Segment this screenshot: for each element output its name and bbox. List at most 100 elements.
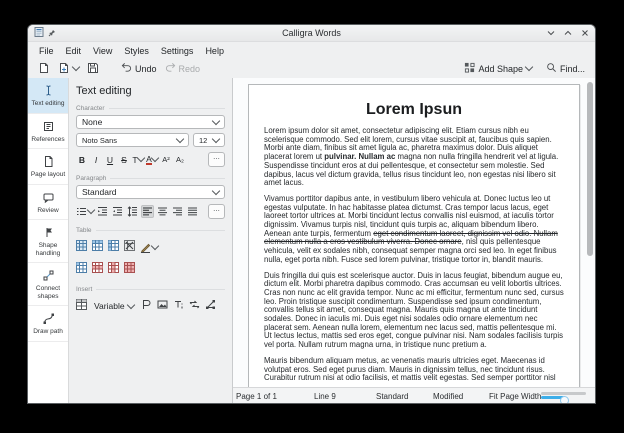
insert-table-button[interactable]: [76, 238, 87, 256]
table-section-label: Table: [76, 227, 225, 234]
insert-image-button[interactable]: [157, 297, 168, 315]
document-paragraph: Mauris bibendum aliquam metus, ac venena…: [264, 357, 564, 383]
character-more-button[interactable]: ...: [208, 152, 225, 167]
italic-button[interactable]: I: [90, 153, 102, 166]
superscript-button[interactable]: A²: [160, 153, 172, 166]
delete-row-button[interactable]: [92, 260, 103, 278]
scrollbar-thumb[interactable]: [587, 82, 593, 256]
list-style-button[interactable]: [76, 205, 94, 218]
tab-label: Connect shapes: [29, 285, 67, 300]
variable-value: Variable: [94, 301, 125, 311]
add-shape-button[interactable]: Add Shape: [461, 60, 535, 77]
tab-page-layout[interactable]: Page layout: [28, 149, 68, 185]
document-page[interactable]: Lorem Ipsun Lorem ipsum dolor sit amet, …: [248, 84, 580, 387]
line-spacing-button[interactable]: [126, 205, 139, 218]
special-character-button[interactable]: [141, 297, 152, 315]
new-document-button[interactable]: [35, 60, 53, 78]
tab-references[interactable]: References: [28, 114, 68, 150]
close-button[interactable]: [581, 29, 589, 37]
delete-column-button[interactable]: [108, 260, 119, 278]
chevron-down-icon: [212, 134, 220, 142]
font-color-button[interactable]: A: [146, 153, 158, 166]
pin-icon[interactable]: [48, 25, 56, 42]
decrease-indent-button[interactable]: [111, 205, 124, 218]
open-document-button[interactable]: [55, 60, 82, 78]
delete-table-button[interactable]: [124, 238, 135, 256]
insert-row-button[interactable]: [92, 238, 103, 256]
bold-button[interactable]: B: [76, 153, 88, 166]
menu-help[interactable]: Help: [199, 44, 230, 58]
change-case-button[interactable]: T: [132, 153, 144, 166]
character-style-combo[interactable]: None: [76, 115, 225, 129]
maximize-button[interactable]: [564, 29, 572, 37]
window-title: Calligra Words: [28, 28, 595, 38]
vertical-scrollbar[interactable]: [587, 81, 593, 384]
undo-button[interactable]: Undo: [118, 60, 160, 77]
shape-handling-icon: [42, 226, 55, 239]
zoom-slider-knob[interactable]: [560, 396, 569, 403]
subscript-button[interactable]: A₂: [174, 153, 186, 166]
menu-styles[interactable]: Styles: [118, 44, 155, 58]
menu-file[interactable]: File: [33, 44, 60, 58]
open-recent-chevron-icon[interactable]: [72, 63, 80, 71]
text-editing-icon: [42, 84, 55, 97]
paragraph-style-indicator[interactable]: Standard: [376, 392, 408, 401]
minimize-button[interactable]: [547, 29, 555, 37]
title-bar[interactable]: Calligra Words: [28, 25, 595, 42]
font-family-combo[interactable]: Noto Sans: [76, 133, 189, 147]
new-document-icon: [38, 62, 50, 76]
chevron-down-icon: [87, 206, 95, 214]
window-controls: [547, 29, 589, 37]
chevron-down-icon: [212, 116, 220, 124]
page-indicator: Page 1 of 1: [236, 392, 277, 401]
tab-connect-shapes[interactable]: Connect shapes: [28, 263, 68, 306]
document-paragraph: Vivamus porttitor dapibus ante, in vesti…: [264, 195, 564, 265]
status-bar: Page 1 of 1 Line 9 Standard Modified Fit…: [233, 387, 595, 403]
paragraph-section-label: Paragraph: [76, 175, 225, 182]
add-shape-chevron-icon: [525, 63, 533, 71]
table-border-pen-button[interactable]: [140, 241, 158, 254]
increase-indent-button[interactable]: [96, 205, 109, 218]
review-icon: [42, 191, 55, 204]
document-body[interactable]: Lorem ipsum dolor sit amet, consectetur …: [264, 127, 564, 383]
strikethrough-button[interactable]: S: [118, 153, 130, 166]
paragraph-style-combo[interactable]: Standard: [76, 185, 225, 199]
insert-text-frame-button[interactable]: [173, 297, 184, 315]
character-style-value: None: [82, 117, 102, 127]
tab-review[interactable]: Review: [28, 185, 68, 221]
insert-link-button[interactable]: [205, 297, 216, 315]
paragraph-more-button[interactable]: ...: [208, 204, 225, 219]
font-size-combo[interactable]: 12: [193, 133, 225, 147]
tab-label: Page layout: [31, 171, 65, 179]
insert-info-table-button[interactable]: [76, 297, 87, 315]
title-bar-left: [34, 25, 56, 42]
align-right-button[interactable]: [171, 205, 184, 218]
zoom-mode-indicator[interactable]: Fit Page Width: [489, 392, 541, 401]
tab-label: References: [31, 136, 64, 144]
redo-button[interactable]: Redo: [162, 60, 204, 77]
line-indicator: Line 9: [314, 392, 336, 401]
menu-edit[interactable]: Edit: [60, 44, 88, 58]
tab-label: Shape handling: [29, 242, 67, 257]
align-center-button[interactable]: [156, 205, 169, 218]
split-cells-button[interactable]: [76, 260, 87, 278]
underline-button[interactable]: U: [104, 153, 116, 166]
tab-text-editing[interactable]: Text editing: [28, 78, 68, 114]
paragraph-segment: Duis fringilla dui quis est scelerisque …: [264, 271, 564, 350]
align-justify-button[interactable]: [186, 205, 199, 218]
variable-dropdown[interactable]: Variable: [92, 301, 136, 311]
paragraph-segment: pulvinar. Nullam ac: [324, 152, 395, 161]
align-left-button[interactable]: [141, 205, 154, 218]
menu-view[interactable]: View: [87, 44, 118, 58]
merge-cells-button[interactable]: [124, 260, 135, 278]
insert-page-break-button[interactable]: [189, 297, 200, 315]
insert-column-button[interactable]: [108, 238, 119, 256]
zoom-slider[interactable]: [541, 392, 586, 395]
tab-draw-path[interactable]: Draw path: [28, 306, 68, 342]
paragraph-style-value: Standard: [82, 187, 117, 197]
find-button[interactable]: Find...: [543, 60, 588, 77]
menu-settings[interactable]: Settings: [155, 44, 200, 58]
save-button[interactable]: [84, 60, 102, 78]
document-canvas[interactable]: Lorem Ipsun Lorem ipsum dolor sit amet, …: [233, 78, 595, 387]
tab-shape-handling[interactable]: Shape handling: [28, 220, 68, 263]
